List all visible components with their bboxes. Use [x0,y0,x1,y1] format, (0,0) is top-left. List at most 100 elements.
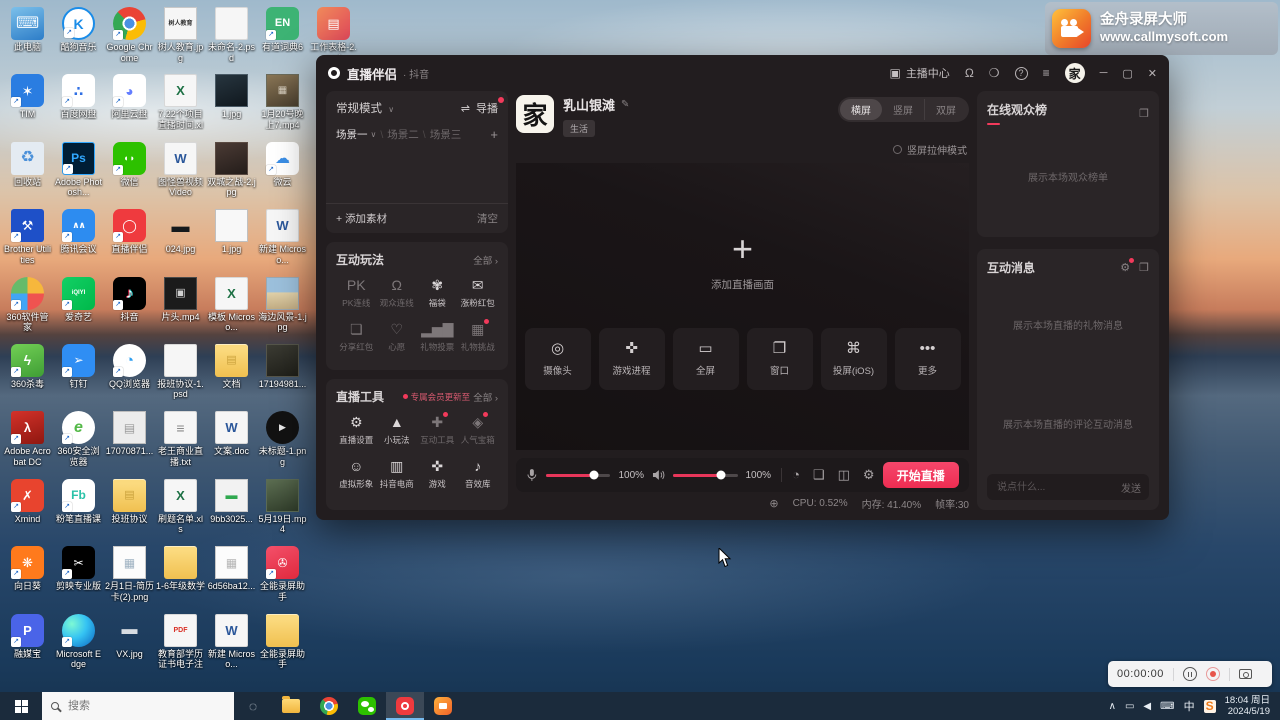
source-button[interactable]: ••• 更多 [895,328,961,390]
microphone-icon[interactable] [526,468,538,482]
anchor-center-button[interactable]: ▣ 主播中心 [889,65,949,81]
desktop-icon[interactable]: ∴ 百度网盘 [53,73,104,140]
desktop-icon[interactable]: ✂ 剪映专业版 [53,545,104,612]
desktop-icon[interactable]: ▦ 6d56ba12... [206,545,257,612]
speaker-icon[interactable] [652,469,665,481]
desktop-icon[interactable]: ⚒ Brother Utilities [2,208,53,275]
desktop-icon[interactable]: ▤ 投班协议 [104,478,155,545]
desktop-icon[interactable]: ☁ 微云 [257,141,308,208]
interact-item[interactable]: ✉ 涨粉红包 [458,277,499,309]
desktop-icon[interactable]: ♪ 抖音 [104,276,155,343]
titlebar[interactable]: 直播伴侣 · 抖音 ▣ 主播中心 Ω ❍ ? ≡ 家 ─ ▢ ✕ [316,55,1169,91]
source-button[interactable]: ⌘ 投屏(iOS) [821,328,887,390]
send-button[interactable]: 发送 [1121,480,1141,495]
sogou-ime-icon[interactable]: S [1204,700,1216,713]
desktop-icon[interactable]: 1.jpg [206,208,257,275]
feedback-icon[interactable]: ❍ [989,67,1000,79]
menu-icon[interactable]: ≡ [1043,67,1050,79]
tab-scene-2[interactable]: 场景二 [387,127,419,142]
desktop-icon[interactable]: P 融媒宝 [2,613,53,680]
desktop-icon[interactable]: 1.jpg [206,73,257,140]
record-button[interactable] [1206,667,1220,681]
desktop-icon[interactable]: X 7.22个项目直播时间.xlsx [155,73,206,140]
search-input[interactable] [66,699,225,713]
desktop-icon[interactable]: 全能录屏助手 [257,613,308,680]
network-icon[interactable]: ▭ [1125,701,1134,712]
desktop-icon[interactable]: ❋ 向日葵 [2,545,53,612]
desktop-icon[interactable]: 双城之战-2.jpg [206,141,257,208]
desktop-icon[interactable]: 360软件管家 [2,276,53,343]
desktop-icon[interactable]: Ps Adobe Photosh... [53,141,104,208]
toolbar-icon[interactable]: ⚙ [863,467,875,483]
interact-all-link[interactable]: 全部 › [473,253,498,267]
desktop-icon[interactable]: ▦ 2月1日-简历卡(2).png [104,545,155,612]
interact-item[interactable]: ▂▅▇ 礼物投票 [417,321,458,353]
desktop-icon[interactable]: X 模板 Microso... [206,276,257,343]
toolbar-icon[interactable]: ❑ [813,467,825,483]
task-view-button[interactable]: ◌ [234,692,272,720]
taskbar-search[interactable] [42,692,234,720]
desktop-icon[interactable]: ▤ 文档 [206,343,257,410]
start-live-button[interactable]: 开始直播 [883,462,959,488]
desktop-icon[interactable]: 海边风景-1.jpg [257,276,308,343]
tool-item[interactable]: ⚙ 直播设置 [336,414,377,446]
source-button[interactable]: ❐ 窗口 [747,328,813,390]
popout-icon[interactable]: ❐ [1139,261,1149,274]
desktop-icon[interactable]: EN 有道词典6 [257,6,308,73]
tool-item[interactable]: ▥ 抖音电商 [377,458,418,490]
taskbar-clock[interactable]: 18:04 周日 2024/5/19 [1225,695,1270,717]
desktop-icon[interactable]: 5月19日.mp4 [257,478,308,545]
interact-item[interactable]: PK PK连线 [336,277,377,309]
tab-scene-1[interactable]: 场景一 [336,127,368,142]
desktop-icon[interactable]: 报班协议-1.psd [155,343,206,410]
desktop-icon[interactable]: W 文案.doc [206,410,257,477]
ime-indicator[interactable]: 中 [1184,698,1195,714]
stream-avatar[interactable]: 家 [516,95,554,133]
tools-all-link[interactable]: 全部 › [473,390,498,404]
desktop-icon[interactable]: Microsoft Edge [53,613,104,680]
mode-selector[interactable]: 常规模式 ∨ [336,100,394,116]
desktop-icon[interactable]: λ Adobe Acrobat DC [2,410,53,477]
help-icon[interactable]: ? [1015,67,1028,80]
speaker-volume-slider[interactable] [673,474,738,477]
tool-item[interactable]: ✜ 游戏 [417,458,458,490]
layout-tab[interactable]: 横屏 [840,99,882,120]
clear-button[interactable]: 清空 [477,211,498,226]
toolbar-icon[interactable]: ◫ [838,467,850,483]
desktop-icon[interactable]: ▦ 1月20号晚上7.mp4 [257,73,308,140]
desktop-icon[interactable]: ✗ Xmind [2,478,53,545]
director-button[interactable]: ⇌ 导播 [461,100,498,116]
desktop-icon[interactable]: Fb 粉笔直播课 [53,478,104,545]
desktop-icon[interactable]: ≡ 老王商业直播.txt [155,410,206,477]
desktop-icon[interactable]: ▬ VX.jpg [104,613,155,680]
source-button[interactable]: ✜ 游戏进程 [599,328,665,390]
toolbar-icon[interactable]: ◔ [792,467,800,483]
desktop-icon[interactable]: W 图怪兽视频 Video [155,141,206,208]
desktop-icon[interactable]: ◖◗ 微信 [104,141,155,208]
desktop-icon[interactable]: ◯ 直播伴侣 [104,208,155,275]
taskbar-item-chrome[interactable] [310,692,348,720]
add-material-button[interactable]: + 添加素材 [336,211,387,226]
user-avatar[interactable]: 家 [1065,63,1085,83]
desktop-icon[interactable]: ▬ 024.jpg [155,208,206,275]
taskbar-item-live-companion[interactable] [386,692,424,720]
desktop-icon[interactable]: e 360安全浏览器 [53,410,104,477]
tool-item[interactable]: ☺ 虚拟形象 [336,458,377,490]
desktop-icon[interactable]: ♻ 回收站 [2,141,53,208]
minimize-button[interactable]: ─ [1100,67,1108,79]
add-scene-button[interactable]: + [490,127,498,142]
keyboard-icon[interactable]: ⌨ [1160,701,1174,712]
headset-icon[interactable]: Ω [965,67,974,79]
layout-tab[interactable]: 竖屏 [882,99,924,120]
desktop-icon[interactable]: ▬ 9bb3025... [206,478,257,545]
edit-icon[interactable]: ✎ [621,99,629,110]
desktop-icon[interactable]: ⌨ 此电脑 [2,6,53,73]
pause-button[interactable] [1183,667,1197,681]
interact-item[interactable]: Ω 观众连线 [377,277,418,309]
gear-icon[interactable]: ⚙ [1120,261,1130,274]
interact-item[interactable]: ▦ 礼物挑战 [458,321,499,353]
taskbar-item-explorer[interactable] [272,692,310,720]
layout-tab[interactable]: 双屏 [924,99,967,120]
chat-input[interactable] [995,481,1115,494]
desktop-icon[interactable]: 17194981... [257,343,308,410]
